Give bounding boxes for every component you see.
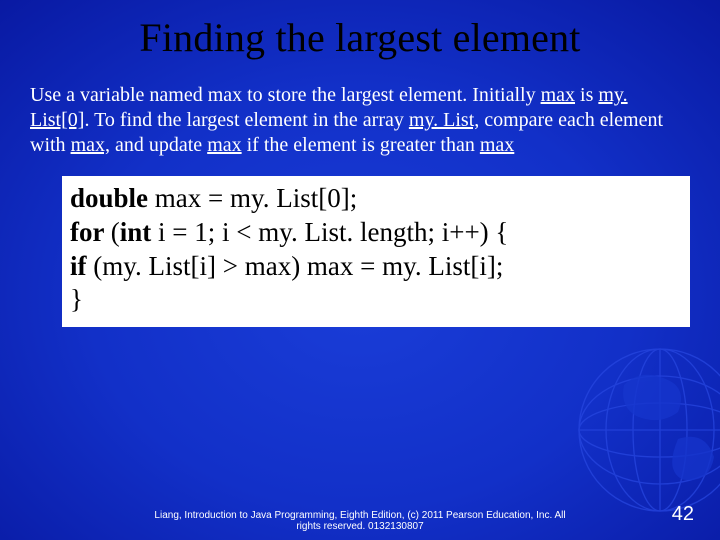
code-text: ( [111,217,120,247]
code-line: for (int i = 1; i < my. List. length; i+… [70,216,680,250]
page-number: 42 [672,503,694,526]
underlined-term: max [480,134,514,156]
code-line: double max = my. List[0]; [70,182,680,216]
body-paragraph: Use a variable named max to store the la… [30,83,690,158]
keyword: for [70,217,111,247]
underlined-term: max, [71,134,110,156]
code-text: i = 1; i < my. List. length; i++) { [158,217,508,247]
code-text: (my. List[i] > max) max = my. List[i]; [93,251,503,281]
globe-decoration [570,340,720,520]
footer-line: rights reserved. 0132130807 [0,521,720,532]
underlined-term: my. List, [409,109,479,131]
text-segment: Use a variable named max to store the la… [30,84,541,106]
code-line: } [70,283,680,317]
keyword: if [70,251,93,281]
code-text: } [70,284,83,314]
keyword: double [70,183,155,213]
footer-line: Liang, Introduction to Java Programming,… [0,510,720,521]
code-text: max = my. List[0]; [155,183,357,213]
code-line: if (my. List[i] > max) max = my. List[i]… [70,250,680,284]
footer-citation: Liang, Introduction to Java Programming,… [0,510,720,532]
underlined-term: max [541,84,575,106]
slide-title: Finding the largest element [0,0,720,61]
code-block: double max = my. List[0]; for (int i = 1… [62,176,690,327]
keyword: int [120,217,158,247]
text-segment: and update [110,134,207,156]
underlined-term: max [207,134,241,156]
text-segment: is [575,84,598,106]
text-segment: if the element is greater than [242,134,480,156]
text-segment: . To find the largest element in the arr… [84,109,408,131]
